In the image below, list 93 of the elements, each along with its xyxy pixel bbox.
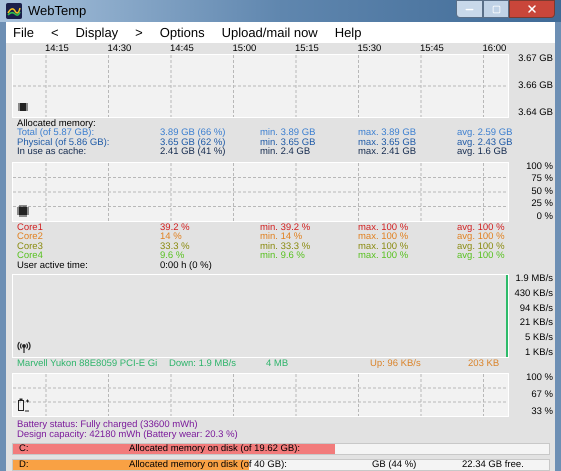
app-icon (6, 3, 22, 19)
axis-label: 0 % (536, 212, 553, 222)
stat-label: Core4 (17, 251, 44, 260)
disk-label: Allocated memory on disk (of 19.62 GB): (129, 444, 302, 454)
axis-label: 3.67 GB (518, 54, 553, 64)
time-label: 15:00 (232, 42, 256, 54)
time-label: 14:15 (45, 42, 69, 54)
stat-label: In use as cache: (17, 147, 88, 156)
menu-item[interactable]: File (13, 22, 34, 42)
menu-item[interactable]: Help (334, 22, 362, 42)
download-total: 4 MB (266, 359, 290, 369)
axis-label: 430 KB/s (514, 288, 553, 299)
stat-label: Physical (of 5.86 GB): (17, 138, 110, 147)
menu-item[interactable]: Options (160, 22, 205, 42)
processor-icon (17, 204, 29, 216)
stat-avg: avg. 1.6 GB (457, 147, 508, 156)
stat-label: Core3 (17, 242, 44, 251)
stat-min: min. 14 % (260, 232, 304, 242)
adapter-name: Marvell Yukon 88E8059 PCI-E Gi (17, 359, 158, 369)
stat-value: 3.89 GB (66 %) (160, 128, 226, 138)
stat-label: Core2 (17, 232, 44, 242)
menu-item[interactable]: < (50, 22, 59, 42)
close-icon (526, 3, 538, 15)
stat-label: Core1 (17, 222, 44, 232)
drive-letter: C: (19, 444, 30, 454)
close-button[interactable] (509, 0, 555, 18)
stat-avg: avg. 100 % (457, 251, 505, 260)
time-label: 15:30 (358, 42, 382, 54)
drive-letter: D: (19, 460, 30, 470)
disk-used: GB (44 %) (372, 460, 418, 470)
axis-label: 3.66 GB (518, 80, 553, 90)
stat-value: 14 % (160, 232, 183, 242)
menu-item[interactable]: > (135, 22, 143, 42)
stat-max: max. 100 % (358, 222, 410, 232)
disk-free: 22.34 GB free. (462, 460, 524, 470)
axis-label: 21 KB/s (520, 318, 553, 328)
stat-max: max. 100 % (358, 251, 410, 260)
axis-label: 75 % (531, 174, 553, 184)
battery-icon (17, 398, 29, 412)
stat-min: min. 2.4 GB (260, 147, 312, 156)
stat-label: Total (of 5.87 GB): (17, 128, 94, 138)
stat-value: 9.6 % (160, 251, 186, 260)
stat-min: min. 9.6 % (260, 251, 306, 260)
chip-icon (17, 100, 29, 112)
axis-label: 67 % (531, 390, 553, 400)
stat-max: max. 100 % (358, 232, 410, 242)
stat-max: max. 3.65 GB (358, 138, 418, 147)
stat-avg: avg. 100 % (457, 222, 505, 232)
axis-label: 33 % (531, 407, 553, 417)
antenna-icon (17, 341, 31, 353)
stat-value: 0:00 h (0 %) (160, 260, 212, 270)
stat-value: 33.3 % (160, 242, 191, 251)
time-label: 15:15 (295, 42, 319, 54)
stat-avg: avg. 100 % (457, 232, 505, 242)
axis-label: 50 % (531, 186, 553, 196)
axis-label: 3.64 GB (518, 108, 553, 118)
stat-avg: avg. 100 % (457, 242, 505, 251)
stat-max: max. 100 % (358, 242, 410, 251)
stat-min: min. 3.89 GB (260, 128, 316, 138)
stat-max: max. 3.89 GB (358, 128, 418, 138)
menu-item[interactable]: Upload/mail now (222, 22, 318, 42)
stat-label: User active time: (17, 260, 89, 270)
time-label: 16:00 (482, 42, 506, 54)
time-label: 14:45 (170, 42, 194, 54)
section-heading: Allocated memory: (17, 118, 96, 128)
upload-rate: Up: 96 KB/s (370, 359, 422, 369)
axis-label: 94 KB/s (520, 304, 553, 314)
stat-value: 3.65 GB (62 %) (160, 138, 226, 147)
battery-info: Battery status: Fully charged (33600 mWh) (17, 420, 199, 430)
stat-value: 2.41 GB (41 %) (160, 147, 226, 156)
stat-value: 39.2 % (160, 222, 191, 232)
maximize-button[interactable] (483, 0, 509, 18)
time-label: 14:30 (108, 42, 132, 54)
download-rate: Down: 1.9 MB/s (169, 359, 238, 369)
stat-min: min. 39.2 % (260, 222, 312, 232)
battery-info: Design capacity: 42180 mWh (Battery wear: 20.3 %) (17, 430, 239, 439)
axis-label: 100 % (526, 373, 553, 383)
minimize-button[interactable] (456, 0, 483, 18)
stat-avg: avg. 2.59 GB (457, 128, 512, 138)
axis-label: 25 % (531, 199, 553, 209)
menu-item[interactable]: Display (76, 22, 118, 42)
time-label: 15:45 (420, 42, 444, 54)
axis-label: 1 KB/s (525, 348, 553, 358)
maximize-icon (492, 4, 500, 14)
upload-total: 203 KB (468, 359, 500, 369)
axis-label: 100 % (526, 162, 553, 172)
stat-max: max. 2.41 GB (358, 147, 418, 156)
axis-label: 5 KB/s (525, 333, 553, 344)
axis-label: 1.9 MB/s (516, 274, 553, 284)
window-title: WebTemp (28, 2, 86, 20)
stat-min: min. 33.3 % (260, 242, 312, 251)
stat-avg: avg. 2.43 GB (457, 138, 512, 147)
stat-min: min. 3.65 GB (260, 138, 316, 147)
